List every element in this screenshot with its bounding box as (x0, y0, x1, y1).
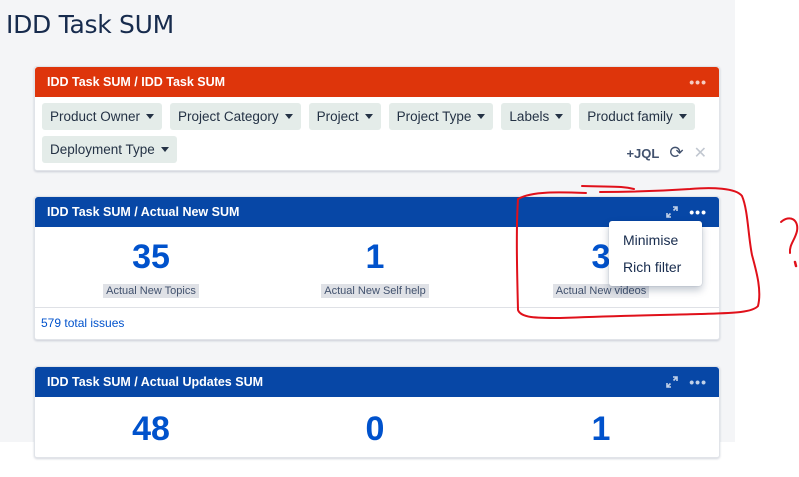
caret-down-icon (477, 114, 486, 119)
chip-label: Project Category (178, 109, 279, 124)
header-actions: ••• (665, 375, 707, 389)
filter-gadget-more-icon[interactable]: ••• (689, 75, 707, 89)
metric-label: Actual New videos (552, 284, 650, 298)
menu-item-rich-filter[interactable]: Rich filter (609, 254, 702, 281)
metric-value: 1 (365, 238, 385, 276)
filter-gadget: IDD Task SUM / IDD Task SUM ••• Product … (34, 66, 720, 171)
actual-updates-gadget: IDD Task SUM / Actual Updates SUM ••• 48… (34, 366, 720, 458)
page-title: IDD Task SUM (6, 10, 174, 39)
filter-deployment-type[interactable]: Deployment Type (42, 136, 177, 163)
caret-down-icon (160, 147, 169, 152)
filter-product-family[interactable]: Product family (579, 103, 695, 130)
actual-new-more-icon[interactable]: ••• (689, 205, 707, 219)
actual-updates-gadget-header: IDD Task SUM / Actual Updates SUM ••• (35, 367, 719, 397)
clear-icon[interactable]: ✕ (694, 143, 707, 163)
gadget-dropdown-menu: Minimise Rich filter (609, 221, 702, 286)
refresh-icon[interactable]: ⟳ (669, 143, 683, 163)
caret-down-icon (146, 114, 155, 119)
metric-label: Actual New Topics (103, 284, 199, 298)
chip-label: Product family (587, 109, 673, 124)
filter-tools: +JQL ⟳ ✕ (626, 143, 707, 163)
filter-gadget-header: IDD Task SUM / IDD Task SUM ••• (35, 67, 719, 97)
chip-label: Project Type (396, 109, 472, 124)
chip-label: Deployment Type (50, 142, 155, 157)
chip-label: Labels (509, 109, 550, 124)
caret-down-icon (555, 114, 564, 119)
expand-icon[interactable] (665, 375, 679, 389)
filter-labels[interactable]: Labels (501, 103, 572, 130)
filter-product-owner[interactable]: Product Owner (42, 103, 163, 130)
caret-down-icon (284, 114, 293, 119)
filter-project[interactable]: Project (308, 103, 381, 130)
filter-gadget-title: IDD Task SUM / IDD Task SUM (47, 75, 226, 89)
metric-new-topics[interactable]: 35 Actual New Topics (71, 239, 231, 299)
header-actions: ••• (665, 205, 707, 219)
actual-updates-gadget-title: IDD Task SUM / Actual Updates SUM (47, 375, 264, 389)
filter-chips: Product Owner Project Category Project P… (42, 103, 712, 163)
metric-new-self-help[interactable]: 1 Actual New Self help (295, 239, 455, 299)
caret-down-icon (364, 114, 373, 119)
menu-item-minimise[interactable]: Minimise (609, 227, 702, 254)
actual-updates-more-icon[interactable]: ••• (689, 375, 707, 389)
chip-label: Product Owner (50, 109, 141, 124)
total-issues-link[interactable]: 579 total issues (35, 307, 719, 338)
actual-updates-metrics: 48 0 1 (35, 397, 719, 477)
metric-value: 35 (132, 238, 170, 276)
caret-down-icon (678, 114, 687, 119)
add-jql-button[interactable]: +JQL (626, 146, 659, 161)
chip-label: Project (316, 109, 359, 124)
actual-new-gadget-title: IDD Task SUM / Actual New SUM (47, 205, 240, 219)
filter-project-type[interactable]: Project Type (388, 103, 494, 130)
metric-label: Actual New Self help (321, 284, 429, 298)
expand-icon[interactable] (665, 205, 679, 219)
filter-project-category[interactable]: Project Category (170, 103, 301, 130)
filter-body: Product Owner Project Category Project P… (35, 97, 719, 169)
